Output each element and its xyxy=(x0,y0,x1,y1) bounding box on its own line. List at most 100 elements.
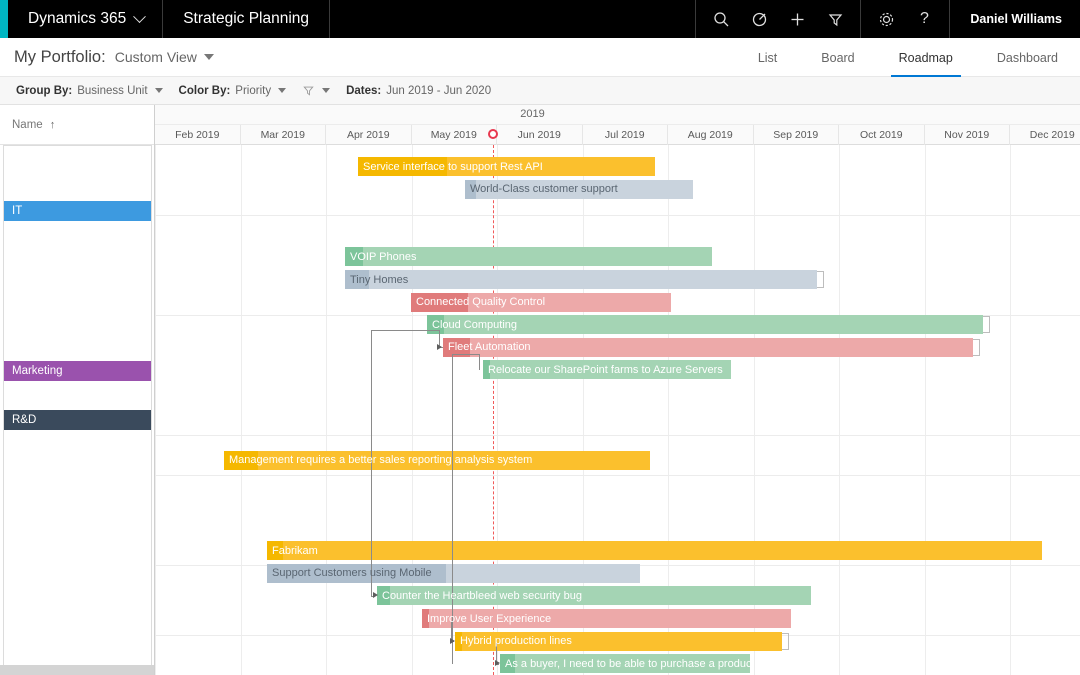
brand-accent-stripe xyxy=(0,0,8,38)
group-by-control[interactable]: Group By: Business Unit xyxy=(16,85,163,97)
gantt-bar-label: Counter the Heartbleed web security bug xyxy=(382,589,582,602)
tab-roadmap[interactable]: Roadmap xyxy=(877,38,975,77)
gantt-grid: Service interface to support Rest API Wor… xyxy=(155,145,1080,675)
tab-dashboard[interactable]: Dashboard xyxy=(975,38,1080,77)
funnel-icon xyxy=(303,86,314,96)
group-chip[interactable]: IT xyxy=(4,201,151,221)
grid-band xyxy=(155,215,1080,216)
nav-action-icons xyxy=(695,0,860,38)
group-chip[interactable]: R&D xyxy=(4,410,151,430)
year-header-row: 2019 xyxy=(155,105,1080,125)
name-column-label: Name xyxy=(12,118,43,131)
app-name-label[interactable]: Strategic Planning xyxy=(163,0,331,38)
gantt-bar[interactable]: Tiny Homes xyxy=(345,270,817,289)
gantt-bar[interactable]: Support Customers using Mobile xyxy=(267,563,640,583)
filter-icon[interactable] xyxy=(816,0,854,38)
dependency-end-bracket xyxy=(782,632,789,650)
dates-control[interactable]: Dates: Jun 2019 - Jun 2020 xyxy=(346,85,491,97)
gantt-bar-label: World-Class customer support xyxy=(470,183,618,196)
portfolio-header-bar: My Portfolio: Custom View List Board Roa… xyxy=(0,38,1080,77)
search-icon[interactable] xyxy=(702,0,740,38)
plus-icon[interactable] xyxy=(778,0,816,38)
gantt-bar-label: Fabrikam xyxy=(272,544,318,557)
gantt-bar[interactable]: World-Class customer support xyxy=(465,179,693,199)
month-header-cell: Oct 2019 xyxy=(839,125,925,145)
gantt-bar[interactable]: Relocate our SharePoint farms to Azure S… xyxy=(483,360,731,380)
chevron-down-icon xyxy=(278,88,287,93)
group-by-label: Group By: xyxy=(16,84,73,97)
today-marker-pin-icon xyxy=(488,129,499,142)
color-by-value: Priority xyxy=(235,84,272,97)
gantt-bar[interactable]: Fabrikam xyxy=(267,541,1042,561)
filter-control[interactable] xyxy=(302,84,331,97)
group-list: IT Marketing R&D xyxy=(3,145,152,667)
gantt-bar-label: Relocate our SharePoint farms to Azure S… xyxy=(488,363,723,376)
color-by-control[interactable]: Color By: Priority xyxy=(179,85,287,97)
grid-band xyxy=(155,435,1080,436)
dependency-arrow-icon xyxy=(437,343,442,350)
chevron-down-icon xyxy=(322,88,331,93)
name-column-header[interactable]: Name ↑ xyxy=(0,105,154,145)
filter-toolbar: Group By: Business Unit Color By: Priori… xyxy=(0,77,1080,105)
month-header-cell: May 2019 xyxy=(412,125,497,145)
chevron-down-icon xyxy=(133,9,147,23)
chevron-down-icon xyxy=(154,88,163,93)
month-header-row: Feb 2019 Mar 2019 Apr 2019 May 2019 Jun 2019… xyxy=(155,125,1080,145)
gantt-bar-label: Management requires a better sales repor… xyxy=(229,454,533,467)
dependency-end-bracket xyxy=(817,271,824,288)
month-header-cell: Jun 2019 xyxy=(497,125,583,145)
gantt-bar[interactable]: Cloud Computing xyxy=(427,315,983,335)
gantt-bar-label: Service interface to support Rest API xyxy=(363,160,543,173)
gantt-bar-label: Hybrid production lines xyxy=(460,635,572,648)
gear-icon[interactable] xyxy=(867,0,905,38)
gantt-bar[interactable]: VOIP Phones xyxy=(345,247,712,267)
roadmap-timeline: 2019 Feb 2019 Mar 2019 Apr 2019 May 2019 Jun… xyxy=(155,105,1080,675)
gantt-bar[interactable]: Fleet Automation xyxy=(443,337,973,357)
dependency-line xyxy=(479,354,480,370)
gantt-bar-label: As a buyer, I need to be able to purchas… xyxy=(505,657,750,670)
gantt-bar-label: Fleet Automation xyxy=(448,341,531,354)
sort-ascending-icon[interactable]: ↑ xyxy=(50,119,56,131)
name-pane: Name ↑ IT Marketing R&D xyxy=(0,105,155,675)
month-header-cell: Sep 2019 xyxy=(754,125,839,145)
tab-list[interactable]: List xyxy=(736,38,799,77)
month-header-cell: Dec 2019 xyxy=(1010,125,1080,145)
gantt-bar-label: VOIP Phones xyxy=(350,250,417,263)
view-selector-label[interactable]: Custom View xyxy=(115,49,197,65)
tab-board[interactable]: Board xyxy=(799,38,876,77)
user-menu[interactable]: Daniel Williams xyxy=(949,0,1080,38)
month-header-cell: Feb 2019 xyxy=(155,125,241,145)
help-icon[interactable]: ? xyxy=(905,0,943,38)
gantt-bar[interactable]: Connected Quality Control xyxy=(411,292,671,312)
group-chip-label: R&D xyxy=(12,414,37,426)
group-chip[interactable]: Marketing xyxy=(4,361,151,381)
grid-line xyxy=(240,145,242,675)
gantt-bar[interactable]: Improve User Experience xyxy=(422,609,791,628)
gantt-bar[interactable]: Service interface to support Rest API xyxy=(358,157,655,176)
horizontal-scrollbar[interactable] xyxy=(0,665,154,675)
dependency-end-bracket xyxy=(973,338,980,356)
grid-line xyxy=(155,145,156,675)
dates-value: Jun 2019 - Jun 2020 xyxy=(386,84,492,97)
view-tabs: List Board Roadmap Dashboard xyxy=(736,38,1080,77)
grid-band xyxy=(155,475,1080,476)
month-header-cell: Aug 2019 xyxy=(668,125,754,145)
user-name-label: Daniel Williams xyxy=(970,12,1062,26)
gantt-bar[interactable]: Counter the Heartbleed web security bug xyxy=(377,586,811,606)
gantt-bar[interactable]: Management requires a better sales repor… xyxy=(224,450,650,470)
gantt-bar[interactable]: As a buyer, I need to be able to purchas… xyxy=(500,654,750,674)
grid-line xyxy=(326,145,327,675)
dependency-line xyxy=(452,354,479,356)
page-title: My Portfolio: xyxy=(14,47,106,66)
gantt-bar-label: Improve User Experience xyxy=(427,612,552,625)
gantt-bar-label: Connected Quality Control xyxy=(416,296,546,309)
month-header-cell: Apr 2019 xyxy=(326,125,412,145)
gantt-bar-label: Support Customers using Mobile xyxy=(272,567,432,580)
group-by-value: Business Unit xyxy=(77,84,148,97)
target-icon[interactable] xyxy=(740,0,778,38)
chevron-down-icon[interactable] xyxy=(203,54,214,60)
gantt-bar[interactable]: Hybrid production lines xyxy=(455,631,782,651)
dynamics-brand-button[interactable]: Dynamics 365 xyxy=(8,0,164,38)
group-chip-label: IT xyxy=(12,205,23,217)
group-chip-label: Marketing xyxy=(12,365,63,377)
